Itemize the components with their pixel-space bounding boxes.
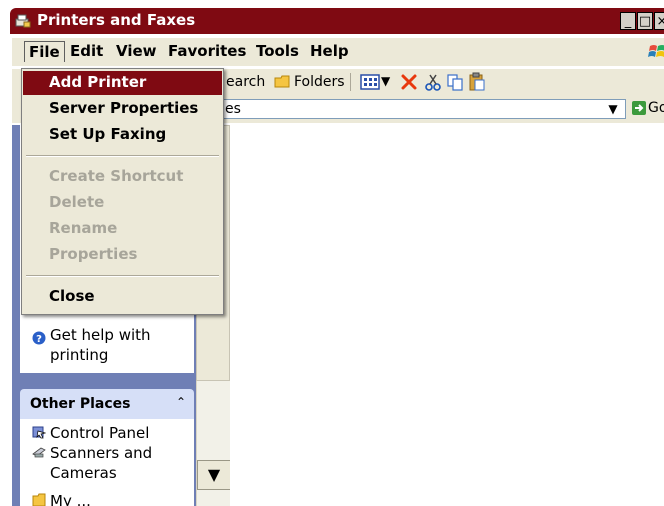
title-bar[interactable]: Printers and Faxes _ □ × xyxy=(10,8,664,34)
menu-bar: File Edit View Favorites Tools Help xyxy=(12,38,664,66)
menu-separator xyxy=(26,275,219,277)
address-dropdown-button[interactable]: ▼ xyxy=(602,100,624,118)
menu-item-server-properties[interactable]: Server Properties xyxy=(23,97,222,121)
help-icon: ? xyxy=(32,331,46,345)
other-places-box: Control Panel Scanners and Cameras My ..… xyxy=(20,419,194,506)
minimize-button[interactable]: _ xyxy=(620,12,636,30)
other-places-header[interactable]: Other Places ⌃ xyxy=(20,389,194,419)
get-help-printing-link[interactable]: Get help with printing xyxy=(50,325,190,365)
scanner-camera-icon xyxy=(32,447,46,458)
my-documents-icon xyxy=(32,493,46,506)
close-button[interactable]: × xyxy=(654,12,664,30)
menu-separator xyxy=(26,155,219,157)
other-places-title: Other Places xyxy=(30,396,131,412)
menu-file[interactable]: File xyxy=(24,41,65,62)
folders-button[interactable]: Folders xyxy=(294,74,345,90)
svg-text:?: ? xyxy=(36,334,42,345)
folder-icon xyxy=(274,75,290,88)
menu-item-create-shortcut: Create Shortcut xyxy=(49,167,184,185)
file-menu-dropdown: Add Printer Server Properties Set Up Fax… xyxy=(21,68,224,315)
toolbar-separator xyxy=(350,73,351,91)
views-dropdown-button[interactable]: ▼ xyxy=(381,74,390,88)
search-button[interactable]: earch xyxy=(226,74,265,90)
menu-favorites[interactable]: Favorites xyxy=(168,42,246,60)
my-place-link-partial[interactable]: My ... xyxy=(50,491,91,506)
control-panel-link[interactable]: Control Panel xyxy=(50,423,149,443)
printer-folder-icon xyxy=(15,14,31,28)
cut-icon[interactable] xyxy=(424,73,442,91)
scanners-cameras-link[interactable]: Scanners and Cameras xyxy=(50,443,190,483)
printers-list-pane[interactable] xyxy=(230,125,664,506)
delete-icon[interactable] xyxy=(400,73,418,91)
collapse-chevron-icon[interactable]: ⌃ xyxy=(176,395,186,409)
go-arrow-icon[interactable] xyxy=(632,101,646,115)
menu-help[interactable]: Help xyxy=(310,42,349,60)
printers-faxes-window: Printers and Faxes _ □ × File Edit View … xyxy=(0,0,664,506)
menu-item-set-up-faxing[interactable]: Set Up Faxing xyxy=(23,123,222,147)
address-field[interactable]: es xyxy=(220,99,626,119)
control-panel-icon xyxy=(32,426,46,439)
menu-tools[interactable]: Tools xyxy=(256,42,299,60)
menu-item-properties: Properties xyxy=(49,245,138,263)
scroll-down-button[interactable]: ▼ xyxy=(197,460,231,490)
menu-item-add-printer[interactable]: Add Printer xyxy=(23,71,222,95)
menu-item-rename: Rename xyxy=(49,219,118,237)
maximize-button[interactable]: □ xyxy=(637,12,653,30)
windows-logo-icon xyxy=(648,45,664,57)
menu-item-delete: Delete xyxy=(49,193,105,211)
menu-item-close[interactable]: Close xyxy=(23,285,222,309)
go-button[interactable]: Go xyxy=(648,100,664,116)
window-title: Printers and Faxes xyxy=(37,11,196,29)
views-icon[interactable] xyxy=(360,74,380,90)
menu-view[interactable]: View xyxy=(116,42,157,60)
address-value: es xyxy=(225,101,241,117)
paste-icon[interactable] xyxy=(468,72,486,91)
menu-edit[interactable]: Edit xyxy=(70,42,103,60)
copy-icon[interactable] xyxy=(446,73,464,91)
